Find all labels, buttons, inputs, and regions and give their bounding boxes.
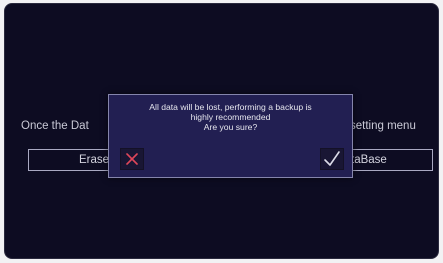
erase-button-label: Erase	[78, 154, 109, 166]
cancel-button[interactable]	[120, 148, 144, 170]
background-menu-text: setting menu	[350, 120, 416, 132]
dialog-message-line-2: highly recommended	[190, 112, 271, 122]
confirm-button[interactable]	[320, 148, 344, 170]
background-description-text: Once the Dat	[21, 120, 89, 132]
close-icon	[126, 153, 138, 165]
check-icon	[324, 151, 340, 166]
erase-button[interactable]: Erase	[28, 149, 118, 171]
database-button-label: taBase	[351, 154, 387, 166]
dialog-message-line-1: All data will be lost, performing a back…	[149, 102, 312, 112]
dialog-message: All data will be lost, performing a back…	[109, 102, 352, 132]
device-screen: Once the Dat setting menu Erase taBase A…	[4, 3, 439, 259]
dialog-message-line-3: Are you sure?	[203, 122, 258, 132]
confirm-erase-dialog: All data will be lost, performing a back…	[108, 94, 353, 178]
